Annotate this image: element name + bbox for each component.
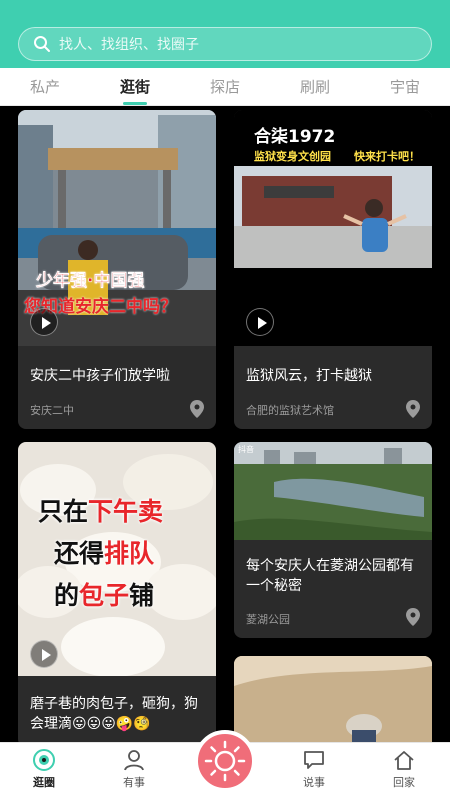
search-input[interactable]: 找人、找组织、找圈子 (18, 27, 432, 61)
card-overlay-line: 只在下午卖 (38, 492, 163, 528)
location-pin-icon (406, 608, 420, 626)
overlay-text: 还得 (54, 539, 105, 568)
nav-item-huijia[interactable]: 回家 (374, 749, 434, 790)
card-overlay-line: 监狱变身文创园 (254, 150, 331, 163)
card-title: 每个安庆人在菱湖公园都有一个秘密 (246, 558, 414, 594)
card-overlay-line: 的包子铺 (54, 576, 154, 612)
card-overlay-line: 抖音 (238, 445, 254, 454)
eye-icon (33, 749, 55, 771)
feed-card[interactable] (234, 656, 432, 742)
nav-label: 回家 (393, 776, 415, 789)
card-thumbnail (234, 656, 432, 742)
card-location: 菱湖公园 (246, 613, 290, 626)
tab-guangjie[interactable]: 逛街 (114, 76, 156, 97)
tab-tandian[interactable]: 探店 (204, 76, 246, 97)
feed-card[interactable]: 少年强·中国强 您知道安庆二中吗？ 安庆二中孩子们放学啦 安庆二中 (18, 110, 216, 429)
play-icon[interactable] (30, 308, 58, 336)
search-placeholder: 找人、找组织、找圈子 (59, 37, 199, 53)
overlay-text: 的 (54, 581, 80, 610)
feed-card[interactable]: 合柒1972 监狱变身文创园 快来打卡吧！ 监狱风云，打卡越狱 合肥的监狱艺术馆 (234, 110, 432, 429)
overlay-highlight: 下午卖 (88, 497, 164, 526)
card-location: 安庆二中 (30, 404, 74, 417)
overlay-text: 铺 (129, 581, 155, 610)
center-action-button[interactable] (194, 730, 256, 792)
feed-grid: 少年强·中国强 您知道安庆二中吗？ 安庆二中孩子们放学啦 安庆二中 合柒1972… (0, 106, 450, 742)
tab-yuzhou[interactable]: 宇宙 (384, 76, 426, 97)
card-overlay-line: 快来打卡吧！ (354, 150, 420, 163)
tab-sichan[interactable]: 私产 (24, 76, 66, 97)
card-title: 磨子巷的肉包子，砸狗，狗会理滴😛😛😛🤪🧐 (30, 696, 198, 732)
search-icon (34, 36, 50, 52)
nav-item-shuoshi[interactable]: 说事 (284, 749, 344, 790)
card-title: 监狱风云，打卡越狱 (246, 368, 372, 384)
feed-card[interactable]: 只在下午卖 还得排队 的包子铺 磨子巷的肉包子，砸狗，狗会理滴😛😛😛🤪🧐 (18, 442, 216, 742)
card-location: 合肥的监狱艺术馆 (246, 404, 334, 417)
category-tabs: 私产 逛街 探店 刷刷 宇宙 (0, 68, 450, 106)
header-bar: 找人、找组织、找圈子 (0, 0, 450, 68)
nav-label: 说事 (303, 776, 325, 789)
person-icon (124, 750, 144, 771)
card-overlay-line: 少年强·中国强 (36, 271, 145, 291)
overlay-highlight: 包子 (79, 581, 130, 610)
card-thumbnail: 抖音 (234, 442, 432, 540)
card-thumbnail: 合柒1972 监狱变身文创园 快来打卡吧！ (234, 110, 432, 346)
tab-shuashua[interactable]: 刷刷 (294, 76, 336, 97)
nav-label: 有事 (123, 776, 145, 789)
feed-card[interactable]: 抖音 每个安庆人在菱湖公园都有一个秘密 菱湖公园 (234, 442, 432, 638)
location-pin-icon (190, 400, 204, 418)
sun-icon (204, 740, 246, 782)
card-title: 安庆二中孩子们放学啦 (30, 368, 170, 384)
card-overlay-line: 还得排队 (54, 534, 154, 570)
location-pin-icon (406, 400, 420, 418)
card-thumbnail: 少年强·中国强 您知道安庆二中吗？ (18, 110, 216, 346)
card-thumbnail: 只在下午卖 还得排队 的包子铺 (18, 442, 216, 676)
nav-item-youshi[interactable]: 有事 (104, 749, 164, 790)
card-overlay-line: 合柒1972 (254, 127, 336, 147)
play-icon[interactable] (246, 308, 274, 336)
nav-label: 逛圈 (33, 776, 55, 789)
nav-item-guangquan[interactable]: 逛圈 (14, 749, 74, 790)
overlay-text: 只在 (38, 497, 89, 526)
play-icon[interactable] (30, 640, 58, 668)
chat-icon (304, 751, 324, 769)
overlay-highlight: 排队 (104, 539, 155, 568)
home-icon (394, 751, 414, 770)
